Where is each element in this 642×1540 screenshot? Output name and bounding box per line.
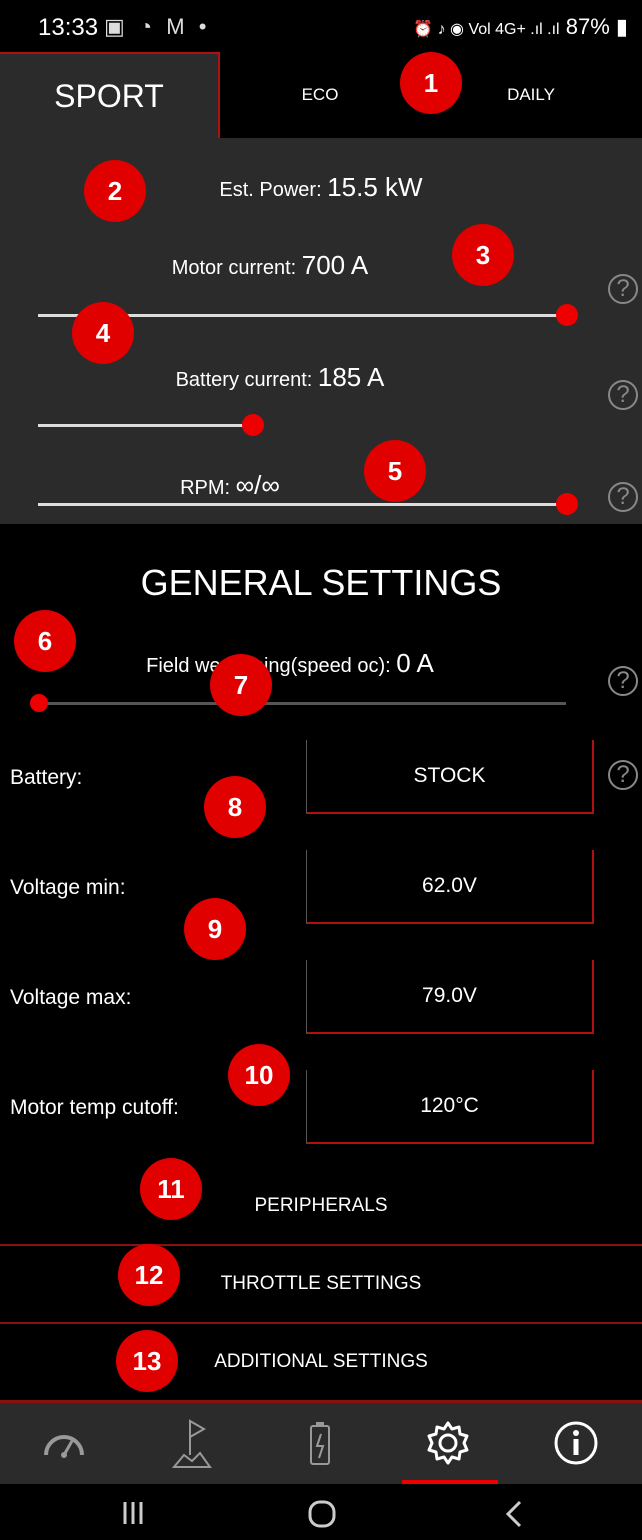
annotation-badge: 11 (140, 1158, 202, 1220)
annotation-badge: 1 (400, 52, 462, 114)
battery-select[interactable]: STOCK (306, 740, 594, 814)
status-signal-icons: ⏰ ♪ ◉ Vol 4G+ .ıl .ıl (413, 21, 560, 38)
battery-current-value: 185 A (317, 362, 385, 392)
rpm-slider[interactable] (38, 503, 568, 506)
field-weakening-thumb[interactable] (30, 694, 48, 712)
rpm-value: ∞/∞ (235, 470, 280, 500)
battery-current-thumb[interactable] (242, 414, 264, 436)
est-power-value: 15.5 kW (327, 172, 423, 202)
battery-status-icon: ▮ (615, 14, 628, 39)
battery-current-label: Battery current: (175, 369, 313, 391)
motor-temp-cutoff-field[interactable]: 120°C (306, 1070, 594, 1144)
voltage-min-field[interactable]: 62.0V (306, 850, 594, 924)
help-icon[interactable]: ? (608, 760, 638, 790)
annotation-badge: 12 (118, 1244, 180, 1306)
help-icon[interactable]: ? (608, 482, 638, 512)
throttle-settings-button[interactable]: THROTTLE SETTINGS (0, 1246, 642, 1324)
battery-icon[interactable] (256, 1402, 384, 1484)
annotation-badge: 6 (14, 610, 76, 672)
annotation-badge: 4 (72, 302, 134, 364)
voltage-max-label: Voltage max: (10, 986, 132, 1009)
battery-current-slider[interactable] (38, 424, 248, 427)
motor-current-value: 700 A (301, 250, 369, 280)
battery-label: Battery: (10, 766, 83, 789)
home-icon[interactable] (306, 1498, 338, 1535)
additional-settings-button[interactable]: ADDITIONAL SETTINGS (0, 1324, 642, 1402)
rpm-thumb[interactable] (556, 493, 578, 515)
status-time: 13:33 (38, 14, 99, 41)
annotation-badge: 7 (210, 654, 272, 716)
route-flag-icon[interactable] (128, 1402, 256, 1484)
general-settings-title: GENERAL SETTINGS (140, 562, 502, 603)
status-right: ⏰ ♪ ◉ Vol 4G+ .ıl .ıl 87% ▮ (413, 14, 628, 40)
annotation-badge: 8 (204, 776, 266, 838)
recent-apps-icon[interactable] (122, 1498, 144, 1531)
status-notification-icons: ▣ ◔ M • (104, 14, 211, 39)
motor-current-thumb[interactable] (556, 304, 578, 326)
help-icon[interactable]: ? (608, 666, 638, 696)
field-weakening-value: 0 A (396, 648, 434, 678)
back-icon[interactable] (502, 1498, 526, 1535)
voltage-max-field[interactable]: 79.0V (306, 960, 594, 1034)
motor-current-label: Motor current: (171, 257, 297, 279)
annotation-badge: 9 (184, 898, 246, 960)
annotation-badge: 3 (452, 224, 514, 286)
tab-sport[interactable]: SPORT (0, 52, 220, 138)
annotation-badge: 13 (116, 1330, 178, 1392)
settings-gear-icon[interactable] (384, 1402, 512, 1484)
voltage-min-label: Voltage min: (10, 876, 126, 899)
battery-current: Battery current: 185 A (0, 362, 560, 393)
help-icon[interactable]: ? (608, 274, 638, 304)
status-bar: 13:33 ▣ ◔ M • ⏰ ♪ ◉ Vol 4G+ .ıl .ıl 87% … (0, 0, 642, 52)
annotation-badge: 2 (84, 160, 146, 222)
speedometer-icon[interactable] (0, 1402, 128, 1484)
field-weakening: Field weakening(speed oc): 0 A (60, 648, 520, 679)
field-weakening-slider[interactable] (38, 702, 566, 705)
rpm-label: RPM: (180, 477, 231, 499)
annotation-badge: 5 (364, 440, 426, 502)
motor-temp-cutoff-label: Motor temp cutoff: (10, 1096, 179, 1119)
tab-eco[interactable]: ECO (220, 52, 420, 138)
annotation-badge: 10 (228, 1044, 290, 1106)
peripherals-button[interactable]: PERIPHERALS (0, 1168, 642, 1246)
battery-level: 87% (565, 14, 610, 39)
est-power-label: Est. Power: (219, 179, 322, 201)
help-icon[interactable]: ? (608, 380, 638, 410)
info-icon[interactable] (512, 1402, 640, 1484)
